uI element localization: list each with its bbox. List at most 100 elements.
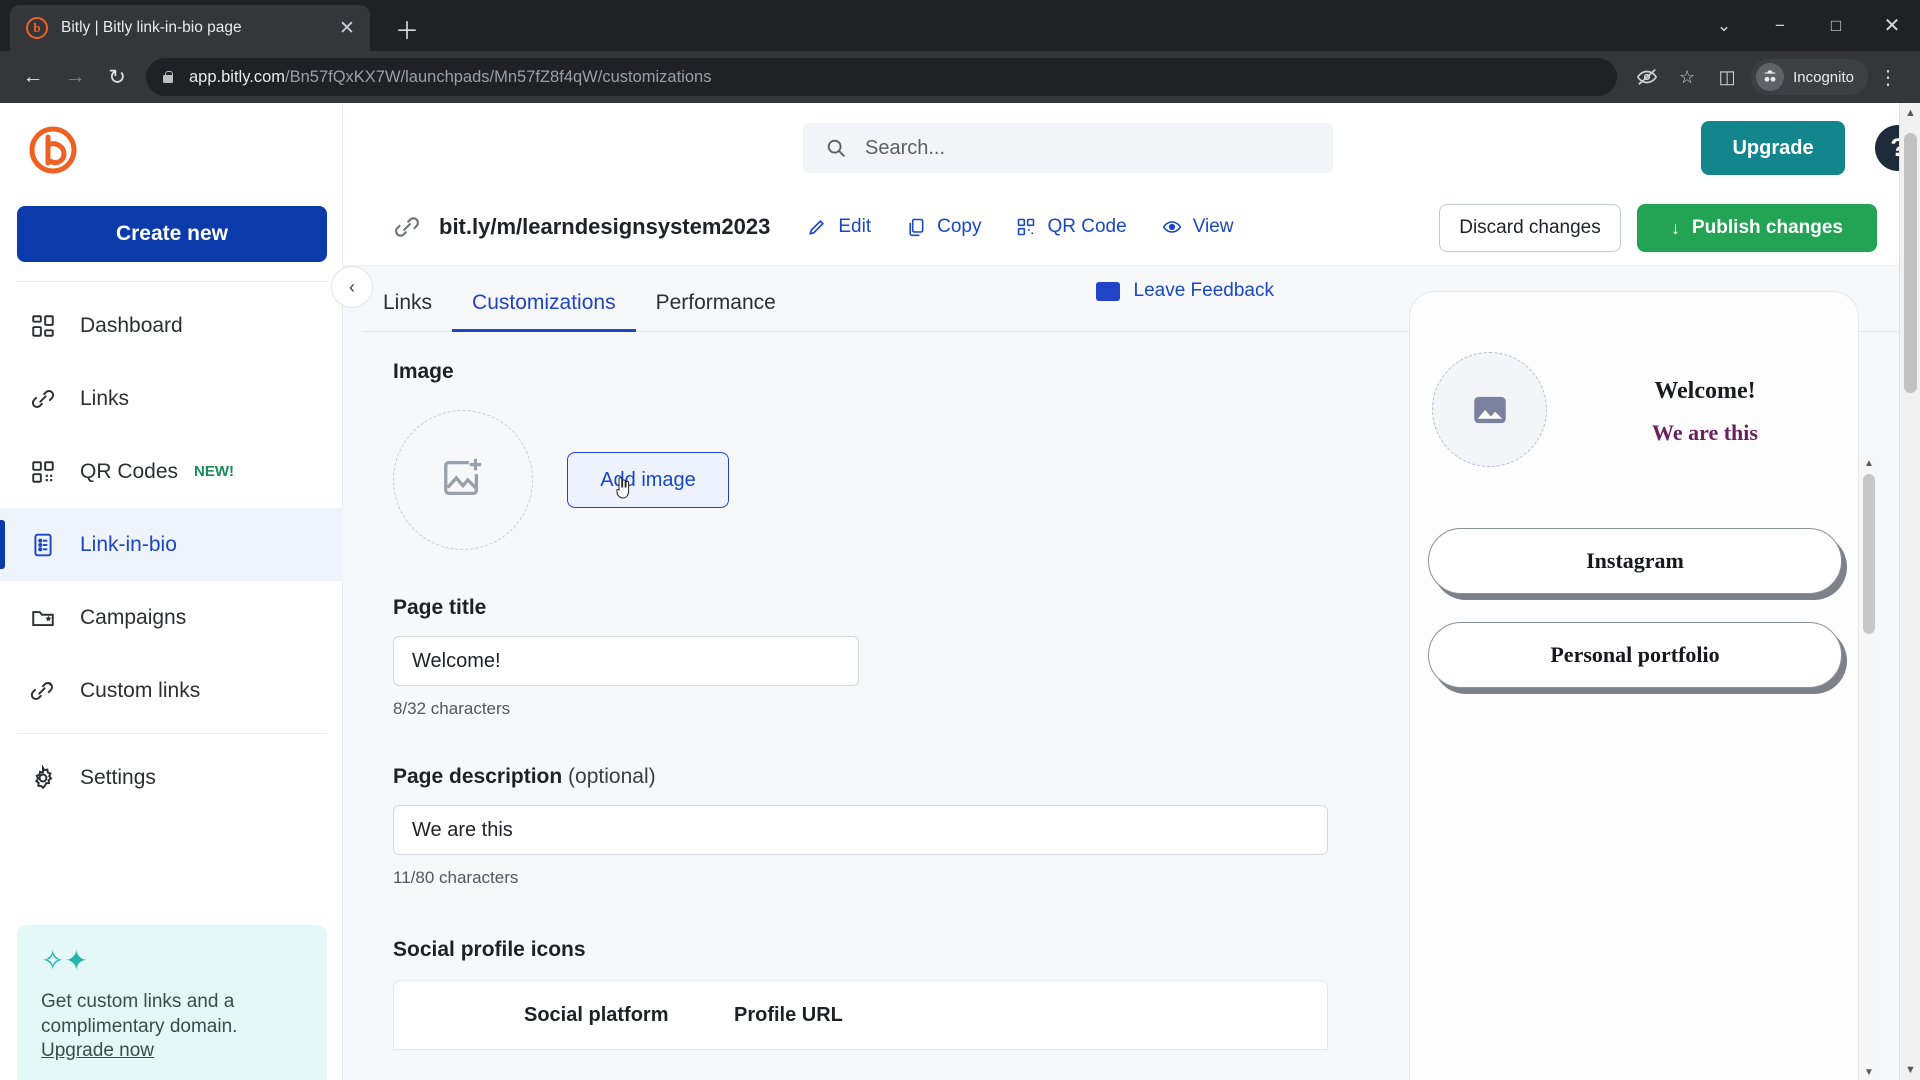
link-icon	[28, 384, 58, 414]
link-url-text: bit.ly/m/learndesignsystem2023	[439, 213, 771, 239]
column-header-social-platform: Social platform	[524, 1003, 669, 1026]
sidebar-item-qr-codes[interactable]: QR Codes NEW!	[0, 435, 343, 508]
pencil-icon	[806, 216, 828, 238]
scroll-down-arrow[interactable]: ▼	[1900, 1064, 1920, 1076]
eye-icon	[1161, 216, 1183, 238]
add-image-button[interactable]: Add image	[567, 452, 729, 508]
side-panel-icon[interactable]: ◫	[1707, 57, 1747, 97]
bitly-logo-icon: b	[26, 17, 48, 39]
minimize-icon[interactable]: −	[1752, 0, 1808, 51]
gear-icon	[28, 763, 58, 793]
link-in-bio-preview: Welcome! We are this Instagram Personal …	[1409, 291, 1859, 1080]
incognito-label: Incognito	[1793, 68, 1854, 86]
promo-text: Get custom links and a complimentary dom…	[41, 991, 238, 1038]
search-placeholder: Search...	[865, 136, 946, 159]
sidebar-item-settings[interactable]: Settings	[0, 741, 343, 814]
tab-links[interactable]: Links	[363, 291, 452, 331]
preview-page-title: Welcome!	[1654, 378, 1756, 404]
image-upload-row: Add image	[393, 410, 1399, 550]
new-tab-button[interactable]: ＋	[390, 11, 424, 45]
sidebar-item-custom-links[interactable]: Custom links	[0, 654, 343, 727]
close-window-icon[interactable]: ✕	[1864, 0, 1920, 51]
close-icon[interactable]: ✕	[334, 15, 360, 41]
copy-icon	[905, 216, 927, 238]
scrollbar-thumb[interactable]	[1904, 133, 1917, 393]
copy-link-button[interactable]: Copy	[905, 216, 981, 238]
sidebar-item-label: Dashboard	[80, 313, 183, 337]
page-title-label: Page title	[393, 596, 487, 619]
campaign-folder-icon	[28, 603, 58, 633]
menu-kebab-icon[interactable]: ⋮	[1868, 57, 1908, 97]
upgrade-button[interactable]: Upgrade	[1701, 121, 1845, 175]
tab-performance[interactable]: Performance	[636, 291, 796, 331]
maximize-icon[interactable]: □	[1808, 0, 1864, 51]
social-profile-icons-label: Social profile icons	[393, 938, 586, 961]
browser-tab[interactable]: b Bitly | Bitly link-in-bio page ✕	[10, 5, 370, 51]
content-scrollbar[interactable]: ▲ ▼	[1860, 456, 1878, 1080]
forward-icon[interactable]: →	[54, 56, 96, 98]
page-description-label-text: Page description	[393, 765, 563, 788]
lock-icon	[160, 69, 176, 85]
page-title-input[interactable]: Welcome!	[393, 636, 859, 686]
minimize-chevron-icon[interactable]: ⌄	[1696, 0, 1752, 51]
edit-link-button[interactable]: Edit	[806, 216, 871, 238]
scroll-up-arrow[interactable]: ▲	[1900, 107, 1920, 119]
upgrade-now-link[interactable]: Upgrade now	[41, 1040, 303, 1062]
address-bar[interactable]: app.bitly.com/Bn57fQxKX7W/launchpads/Mn5…	[146, 58, 1618, 96]
publish-label: Publish changes	[1692, 217, 1843, 238]
sidebar-item-campaigns[interactable]: Campaigns	[0, 581, 343, 654]
search-input[interactable]: Search...	[803, 123, 1333, 173]
browser-window: b Bitly | Bitly link-in-bio page ✕ ＋ ⌄ −…	[0, 0, 1920, 1080]
qr-code-button[interactable]: QR Code	[1015, 216, 1127, 238]
preview-link-button[interactable]: Instagram	[1428, 528, 1842, 594]
preview-avatar-placeholder	[1432, 352, 1547, 467]
bitly-logo-icon[interactable]	[26, 123, 80, 177]
image-placeholder-dropzone[interactable]	[393, 410, 533, 550]
tab-customizations[interactable]: Customizations	[452, 291, 636, 332]
sidebar-item-dashboard[interactable]: Dashboard	[0, 289, 343, 362]
page-scrollbar[interactable]: ▲ ▼	[1899, 103, 1920, 1080]
page-description-input[interactable]: We are this	[393, 805, 1328, 855]
incognito-indicator[interactable]: Incognito	[1751, 59, 1868, 95]
sparkle-icon: ✧✦	[41, 945, 88, 976]
copy-label: Copy	[937, 215, 982, 237]
sidebar-item-link-in-bio[interactable]: Link-in-bio	[0, 508, 343, 581]
url-path: /Bn57fQxKX7W/launchpads/Mn57fZ8f4qW/cust…	[285, 67, 712, 86]
scrollbar-thumb[interactable]	[1863, 474, 1875, 634]
third-party-cookies-icon[interactable]	[1627, 57, 1667, 97]
add-image-icon	[440, 455, 486, 506]
sidebar-collapse-button[interactable]: ‹	[331, 266, 373, 308]
discard-changes-button[interactable]: Discard changes	[1439, 204, 1621, 252]
qr-code-icon	[28, 457, 58, 487]
search-icon	[825, 137, 847, 159]
sidebar-item-links[interactable]: Links	[0, 362, 343, 435]
preview-link-button[interactable]: Personal portfolio	[1428, 622, 1842, 688]
download-arrow-icon: ↓	[1671, 217, 1680, 238]
custom-link-icon	[28, 676, 58, 706]
view-link-button[interactable]: View	[1161, 216, 1234, 238]
create-new-button[interactable]: Create new	[17, 206, 327, 262]
sidebar-item-label: Custom links	[80, 678, 201, 702]
upgrade-promo-card: ✧✦ Get custom links and a complimentary …	[17, 925, 327, 1080]
view-label: View	[1192, 215, 1234, 237]
divider	[17, 281, 327, 282]
scroll-down-arrow[interactable]: ▼	[1860, 1067, 1878, 1078]
divider	[17, 733, 327, 734]
bookmark-star-icon[interactable]: ☆	[1667, 57, 1707, 97]
chat-bubble-icon	[1095, 281, 1120, 301]
sidebar-item-label: Settings	[80, 765, 156, 789]
optional-hint: (optional)	[562, 765, 656, 788]
sidebar-item-label: QR Codes	[80, 459, 179, 483]
sidebar-nav: Dashboard Links QR Codes NEW! Link-in-bi…	[0, 289, 343, 814]
reload-icon[interactable]: ↻	[96, 56, 138, 98]
link-toolbar: bit.ly/m/learndesignsystem2023 Edit Copy	[343, 188, 1899, 266]
page-description-char-count: 11/80 characters	[393, 868, 519, 887]
sidebar-item-label: Campaigns	[80, 605, 187, 629]
publish-changes-button[interactable]: ↓ Publish changes	[1637, 204, 1877, 252]
page-description-label: Page description (optional)	[393, 765, 1399, 789]
social-profile-table-header: Social platform Profile URL	[393, 980, 1328, 1050]
scroll-up-arrow[interactable]: ▲	[1860, 458, 1878, 469]
incognito-avatar-icon	[1756, 63, 1785, 91]
back-icon[interactable]: ←	[12, 56, 54, 98]
leave-feedback-button[interactable]: Leave Feedback	[1095, 280, 1274, 302]
